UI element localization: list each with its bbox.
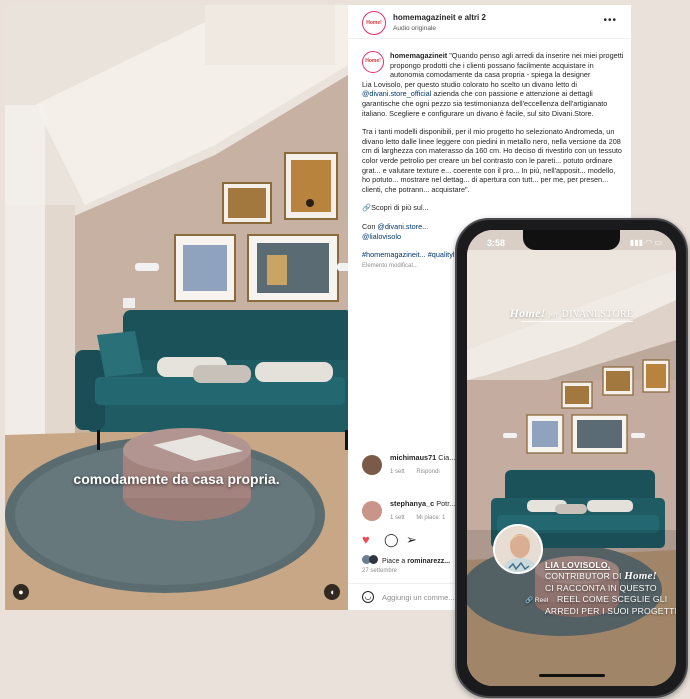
overlay-line-4: REEL COME SCEGLIE GLI — [557, 594, 668, 605]
comment-reply-link[interactable]: Rispondi — [416, 469, 439, 475]
comment-text: Potr... — [436, 499, 456, 508]
commenter-avatar[interactable] — [362, 455, 382, 475]
post-header: Home! homemagazineit e altri 2 Audio ori… — [348, 5, 631, 39]
brand-home: Home! — [509, 306, 546, 320]
account-avatar[interactable]: Home! — [362, 11, 386, 35]
comment-age: 1 sett — [390, 514, 405, 521]
phone-screen: 3:58 ▮▮▮ ◠ ▭ Home! per DIVANI.STORE LIA … — [467, 230, 676, 686]
phone-mockup: 3:58 ▮▮▮ ◠ ▭ Home! per DIVANI.STORE LIA … — [455, 218, 688, 698]
caption-avatar[interactable]: Home! — [362, 51, 384, 73]
overlay-line-3: CI RACCONTA IN QUESTO — [545, 582, 657, 593]
designer-portrait — [493, 524, 543, 574]
overlay-contributor: CONTRIBUTOR DI — [545, 571, 622, 582]
mention-lialovisolo[interactable]: @lialovisolo — [362, 232, 401, 241]
living-room-scene — [5, 5, 348, 610]
comment-age: 1 sett — [390, 468, 405, 475]
add-comment-input[interactable]: Aggiungi un comme... — [382, 593, 455, 602]
status-bar: 3:58 ▮▮▮ ◠ ▭ — [467, 230, 676, 256]
caption-with-prefix: Con — [362, 221, 376, 231]
header-username[interactable]: homemagazineit e altri 2 — [393, 13, 486, 22]
home-indicator[interactable] — [539, 674, 605, 677]
overlay-line-5: ARREDI PER I SUOI PROGETTI — [545, 605, 676, 616]
comment-username[interactable]: michimaus71 — [390, 453, 436, 462]
overlay-home-brand: Home! — [624, 570, 658, 583]
caption-username[interactable]: homemagazineit — [390, 51, 447, 60]
commenter-avatar[interactable] — [362, 501, 382, 521]
caption-designer-prefix: Lia Lovisolo, per questo studio colorato… — [362, 79, 577, 89]
comment-bubble-icon[interactable]: ◯ — [384, 532, 399, 548]
comment-username[interactable]: stephanya_c — [390, 499, 434, 508]
video-subtitle: comodamente da casa propria. — [73, 471, 280, 487]
share-send-icon[interactable]: ➢ — [406, 532, 417, 548]
caption-discover: 🔗Scopri di più sul... — [362, 203, 429, 213]
likes-user[interactable]: rominarezz... — [407, 558, 450, 565]
status-time: 3:58 — [487, 238, 506, 248]
comment-likes[interactable]: Mi piace: 1 — [416, 515, 445, 521]
phone-room-scene — [467, 230, 676, 686]
likes-text: Piace a — [381, 558, 406, 565]
mention-divani[interactable]: @divani.store... — [377, 222, 428, 231]
audio-mute-icon[interactable]: ◖ — [324, 584, 340, 600]
portrait-image — [495, 526, 541, 572]
brand-per: per — [548, 311, 559, 319]
emoji-smile-icon[interactable]: ◡ — [362, 591, 374, 603]
reel-overlay-text: LIA LOVISOLO, CONTRIBUTOR DI Home! CI RA… — [545, 560, 676, 617]
status-icons: ▮▮▮ ◠ ▭ — [629, 238, 662, 247]
caption-paragraph-2: Tra i tanti modelli disponibili, per il … — [362, 127, 622, 194]
avatar-logo-text: Home! — [366, 20, 382, 26]
more-options-icon[interactable]: ••• — [603, 15, 617, 26]
mention-divani-store[interactable]: @divani.store_official — [362, 89, 431, 98]
post-date: 27 settembre — [362, 568, 398, 574]
brand-header: Home! per DIVANI.STORE — [467, 306, 676, 321]
brand-divider — [521, 321, 633, 322]
user-tag-icon[interactable]: ● — [13, 584, 29, 600]
liker-avatars — [362, 555, 380, 564]
like-heart-icon[interactable]: ♥ — [362, 532, 370, 548]
reel-label[interactable]: 🔗 Reel — [525, 596, 548, 604]
header-audio[interactable]: Audio originale — [393, 25, 436, 32]
caption-avatar-text: Home! — [365, 58, 381, 65]
post-video[interactable]: comodamente da casa propria. ● ◖ — [5, 5, 348, 610]
likes-summary: Piace a rominarezz... — [362, 555, 450, 565]
brand-store: DIVANI.STORE — [561, 309, 634, 320]
